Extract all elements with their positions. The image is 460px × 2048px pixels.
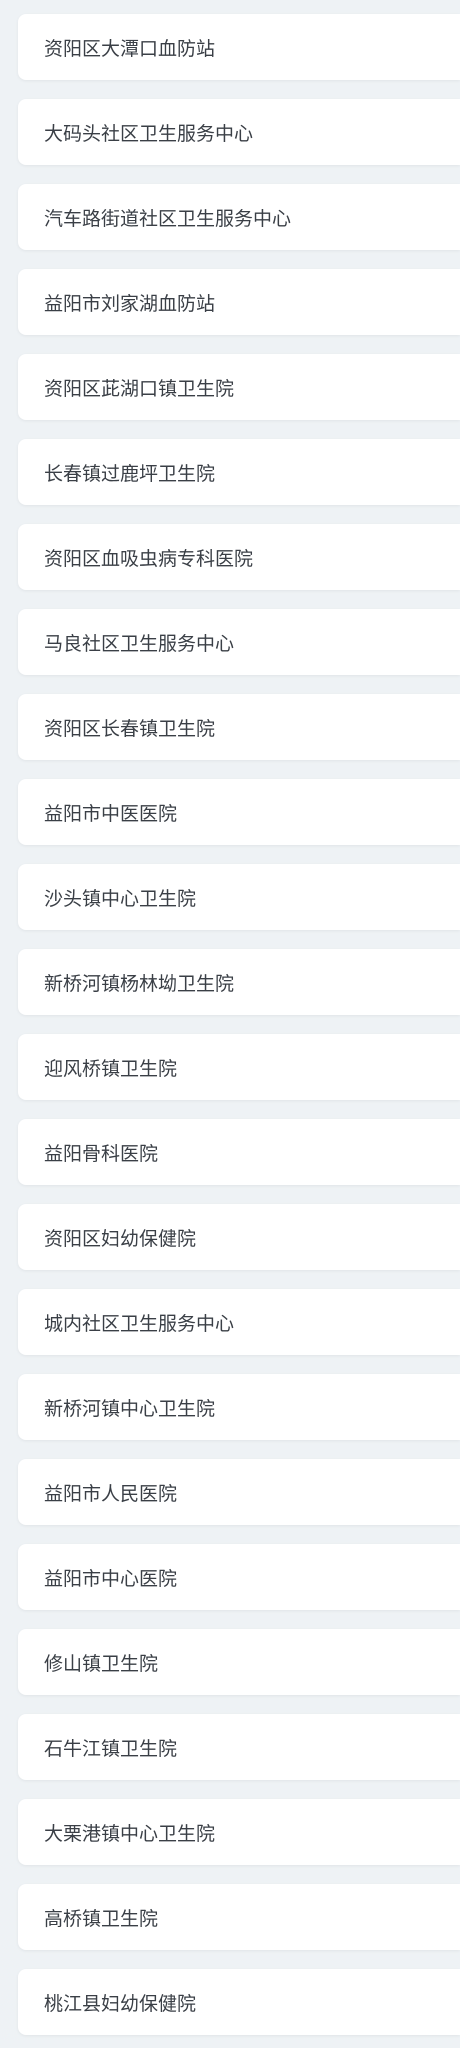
list-item-label: 资阳区妇幼保健院 (44, 1227, 197, 1250)
list-item[interactable]: 益阳市中医医院 (18, 779, 460, 845)
list-item[interactable]: 资阳区茈湖口镇卫生院 (18, 354, 460, 420)
list-item-label: 益阳市中心医院 (44, 1567, 178, 1590)
list-item[interactable]: 资阳区长春镇卫生院 (18, 694, 460, 760)
list-item-label: 石牛江镇卫生院 (44, 1737, 178, 1760)
list-item-label: 益阳市刘家湖血防站 (44, 292, 216, 315)
list-item[interactable]: 资阳区血吸虫病专科医院 (18, 524, 460, 590)
list-item-label: 高桥镇卫生院 (44, 1907, 159, 1930)
list-item-label: 新桥河镇中心卫生院 (44, 1397, 216, 1420)
list-item[interactable]: 高桥镇卫生院 (18, 1884, 460, 1950)
list-item-label: 马良社区卫生服务中心 (44, 632, 235, 655)
list-item[interactable]: 汽车路街道社区卫生服务中心 (18, 184, 460, 250)
list-item-label: 汽车路街道社区卫生服务中心 (44, 207, 292, 230)
list-item-label: 大码头社区卫生服务中心 (44, 122, 254, 145)
list-item-label: 迎风桥镇卫生院 (44, 1057, 178, 1080)
list-item[interactable]: 新桥河镇中心卫生院 (18, 1374, 460, 1440)
list-item[interactable]: 迎风桥镇卫生院 (18, 1034, 460, 1100)
list-item[interactable]: 大码头社区卫生服务中心 (18, 99, 460, 165)
list-item-label: 资阳区大潭口血防站 (44, 37, 216, 60)
list-item-label: 益阳市人民医院 (44, 1482, 178, 1505)
list-item-label: 长春镇过鹿坪卫生院 (44, 462, 216, 485)
list-item-label: 资阳区血吸虫病专科医院 (44, 547, 254, 570)
list-item-label: 城内社区卫生服务中心 (44, 1312, 235, 1335)
list-item-label: 大栗港镇中心卫生院 (44, 1822, 216, 1845)
list-item-label: 益阳市中医医院 (44, 802, 178, 825)
list-item[interactable]: 大栗港镇中心卫生院 (18, 1799, 460, 1865)
list-item[interactable]: 益阳市刘家湖血防站 (18, 269, 460, 335)
list-item-label: 沙头镇中心卫生院 (44, 887, 197, 910)
list-item[interactable]: 长春镇过鹿坪卫生院 (18, 439, 460, 505)
list-item[interactable]: 马良社区卫生服务中心 (18, 609, 460, 675)
list-item-label: 新桥河镇杨林坳卫生院 (44, 972, 235, 995)
list-item[interactable]: 资阳区大潭口血防站 (18, 14, 460, 80)
list-item-label: 修山镇卫生院 (44, 1652, 159, 1675)
list-item[interactable]: 修山镇卫生院 (18, 1629, 460, 1695)
list-item[interactable]: 益阳骨科医院 (18, 1119, 460, 1185)
list-item[interactable]: 沙头镇中心卫生院 (18, 864, 460, 930)
list-item[interactable]: 新桥河镇杨林坳卫生院 (18, 949, 460, 1015)
list-item[interactable]: 桃江县妇幼保健院 (18, 1969, 460, 2035)
list-item-label: 资阳区茈湖口镇卫生院 (44, 377, 235, 400)
list-item[interactable]: 石牛江镇卫生院 (18, 1714, 460, 1780)
list-item-label: 益阳骨科医院 (44, 1142, 159, 1165)
list-item[interactable]: 益阳市人民医院 (18, 1459, 460, 1525)
list-item[interactable]: 益阳市中心医院 (18, 1544, 460, 1610)
list-item[interactable]: 城内社区卫生服务中心 (18, 1289, 460, 1355)
list-item[interactable]: 资阳区妇幼保健院 (18, 1204, 460, 1270)
list-item-label: 资阳区长春镇卫生院 (44, 717, 216, 740)
list-item-label: 桃江县妇幼保健院 (44, 1992, 197, 2015)
